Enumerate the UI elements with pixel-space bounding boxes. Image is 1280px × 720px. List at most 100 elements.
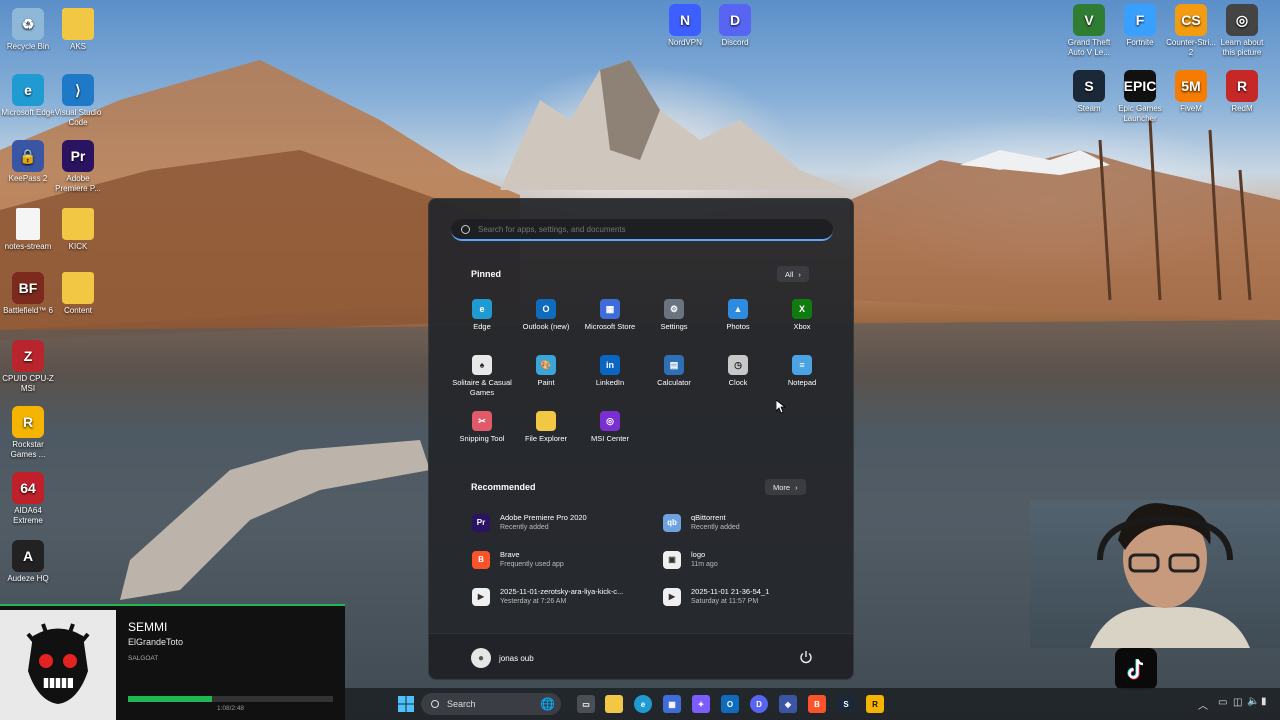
desktop-shortcut[interactable]: 🔒 KeePass 2 xyxy=(0,140,56,184)
desktop-shortcut[interactable]: D Discord xyxy=(707,4,763,48)
notepad-icon: ≡ xyxy=(792,355,812,375)
volume-icon[interactable]: 🔈 xyxy=(1247,696,1259,707)
start-search-box[interactable] xyxy=(451,219,833,241)
pinned-app[interactable]: ♠ Solitaire & Casual Games xyxy=(450,355,514,398)
recommended-item[interactable]: B Brave Frequently used app xyxy=(472,550,564,569)
desktop-shortcut[interactable]: CS Counter-Stri... 2 xyxy=(1163,4,1219,58)
folder-icon xyxy=(62,208,94,240)
desktop-shortcut[interactable]: 64 AIDA64 Extreme xyxy=(0,472,56,526)
recommended-text: logo 11m ago xyxy=(691,550,718,569)
desktop-shortcut[interactable]: V Grand Theft Auto V Le... xyxy=(1061,4,1117,58)
recommended-title: Adobe Premiere Pro 2020 xyxy=(500,513,587,522)
pinned-app[interactable]: ◎ MSI Center xyxy=(578,411,642,444)
desktop-shortcut[interactable]: F Fortnite xyxy=(1112,4,1168,48)
pinned-app[interactable]: File Explorer xyxy=(514,411,578,444)
more-label: More xyxy=(773,482,791,492)
counter-strike-icon: CS xyxy=(1175,4,1207,36)
brave-icon[interactable]: B xyxy=(808,695,826,713)
pinned-app[interactable]: 🎨 Paint xyxy=(514,355,578,388)
desktop-shortcut[interactable]: EPIC Epic Games Launcher xyxy=(1112,70,1168,124)
desktop-shortcut[interactable]: Z CPUID CPU-Z MSI xyxy=(0,340,56,394)
desktop-shortcut[interactable]: ♻ Recycle Bin xyxy=(0,8,56,52)
pinned-app[interactable]: ≡ Notepad xyxy=(770,355,834,388)
recommended-text: Brave Frequently used app xyxy=(500,550,564,569)
store-icon[interactable]: ▦ xyxy=(663,695,681,713)
keepass-icon[interactable]: ◈ xyxy=(779,695,797,713)
fortnite-icon: F xyxy=(1124,4,1156,36)
pinned-app[interactable]: X Xbox xyxy=(770,299,834,332)
album-cover xyxy=(0,610,116,720)
desktop-shortcut-label: Battlefield™ 6 xyxy=(3,306,53,315)
recommended-item[interactable]: Pr Adobe Premiere Pro 2020 Recently added xyxy=(472,513,587,532)
recommended-item[interactable]: ▶ 2025-11-01 21-36-54_1 Saturday at 11:57 … xyxy=(663,587,769,606)
desktop-shortcut[interactable]: Content xyxy=(50,272,106,316)
pinned-app[interactable]: ▦ Microsoft Store xyxy=(578,299,642,332)
pinned-app[interactable]: ✂ Snipping Tool xyxy=(450,411,514,444)
music-player-widget: SEMMI ElGrandeToto SALGOAT 1:08/2:48 xyxy=(0,604,345,720)
more-button[interactable]: More › xyxy=(765,479,806,495)
desktop-shortcut[interactable]: notes-stream xyxy=(0,208,56,252)
network-icon[interactable]: ◫ xyxy=(1233,697,1242,708)
taskbar-search[interactable]: Search 🌐 xyxy=(421,693,561,715)
desktop-shortcut[interactable]: e Microsoft Edge xyxy=(0,74,56,118)
desktop-shortcut-label: Steam xyxy=(1077,104,1101,113)
battery-icon[interactable]: ▮ xyxy=(1261,696,1267,707)
desktop-shortcut[interactable]: ◎ Learn about this picture xyxy=(1214,4,1270,58)
paint-icon: 🎨 xyxy=(536,355,556,375)
text-file-icon xyxy=(16,208,40,240)
recommended-subtitle: 11m ago xyxy=(691,561,718,568)
power-button[interactable] xyxy=(799,650,813,664)
desktop-shortcut[interactable]: S Steam xyxy=(1061,70,1117,114)
recommended-text: 2025-11-01 21-36-54_1 Saturday at 11:57 P… xyxy=(691,587,769,606)
recommended-title: 2025-11-01 21-36-54_1 xyxy=(691,587,770,596)
file-explorer-icon[interactable] xyxy=(605,695,623,713)
desktop-shortcut[interactable]: ⟩ Visual Studio Code xyxy=(50,74,106,128)
desktop-shortcut[interactable]: A Audeze HQ xyxy=(0,540,56,584)
recommended-item[interactable]: qb qBittorrent Recently added xyxy=(663,513,740,532)
album-art-icon xyxy=(26,623,90,704)
desktop-shortcut[interactable]: R Rockstar Games ... xyxy=(0,406,56,460)
pinned-app[interactable]: ◷ Clock xyxy=(706,355,770,388)
desktop-shortcut[interactable]: BF Battlefield™ 6 xyxy=(0,272,56,316)
pinned-app[interactable]: ▲ Photos xyxy=(706,299,770,332)
recommended-item[interactable]: ▣ logo 11m ago xyxy=(663,550,718,569)
pinned-app-label: File Explorer xyxy=(524,434,568,443)
steam-icon[interactable]: S xyxy=(837,695,855,713)
display-icon[interactable]: ▭ xyxy=(1218,697,1227,708)
desktop-shortcut-label: Grand Theft Auto V Le... xyxy=(1067,38,1111,57)
desktop-shortcut[interactable]: N NordVPN xyxy=(657,4,713,48)
desktop-shortcut[interactable]: Pr Adobe Premiere P... xyxy=(50,140,106,194)
pinned-app-label: Paint xyxy=(537,378,555,387)
start-button[interactable] xyxy=(397,695,415,713)
copilot-icon[interactable]: ✦ xyxy=(692,695,710,713)
desktop-shortcut-label: CPUID CPU-Z MSI xyxy=(2,374,54,393)
xbox-icon: X xyxy=(792,299,812,319)
user-account-button[interactable]: ● jonas oub xyxy=(471,648,534,668)
outlook-icon[interactable]: O xyxy=(721,695,739,713)
rockstar-icon[interactable]: R xyxy=(866,695,884,713)
progress-bar[interactable] xyxy=(128,696,333,702)
start-search-input[interactable] xyxy=(478,224,818,234)
msi-center-icon: ◎ xyxy=(600,411,620,431)
taskbar-search-label: Search xyxy=(447,699,476,709)
all-apps-button[interactable]: All › xyxy=(777,266,809,282)
pinned-app[interactable]: in LinkedIn xyxy=(578,355,642,388)
edge-icon[interactable]: e xyxy=(634,695,652,713)
discord-icon[interactable]: D xyxy=(750,695,768,713)
pinned-app[interactable]: ▤ Calculator xyxy=(642,355,706,388)
desktop-shortcut[interactable]: R RedM xyxy=(1214,70,1270,114)
audeze-icon: A xyxy=(12,540,44,572)
pinned-app[interactable]: e Edge xyxy=(450,299,514,332)
start-footer: ● jonas oub xyxy=(429,633,853,679)
chevron-up-icon[interactable]: ︿ xyxy=(1198,697,1208,712)
recommended-item[interactable]: ▶ 2025-11-01-zerotsky-ara-liya-kick-c... Y… xyxy=(472,587,623,606)
calculator-icon: ▤ xyxy=(664,355,684,375)
desktop-shortcut[interactable]: 5M FiveM xyxy=(1163,70,1219,114)
desktop-shortcut[interactable]: AKS xyxy=(50,8,106,52)
pinned-app[interactable]: ⚙ Settings xyxy=(642,299,706,332)
desktop-shortcut[interactable]: KICK xyxy=(50,208,106,252)
store-icon: ▦ xyxy=(600,299,620,319)
pinned-app[interactable]: O Outlook (new) xyxy=(514,299,578,332)
task-view-icon[interactable]: ▭ xyxy=(577,695,595,713)
taskbar: Search 🌐 ▭ e ▦ ✦ O D ◈ B S R ︿ ▭ ◫ 🔈 ▮ xyxy=(345,688,1280,720)
